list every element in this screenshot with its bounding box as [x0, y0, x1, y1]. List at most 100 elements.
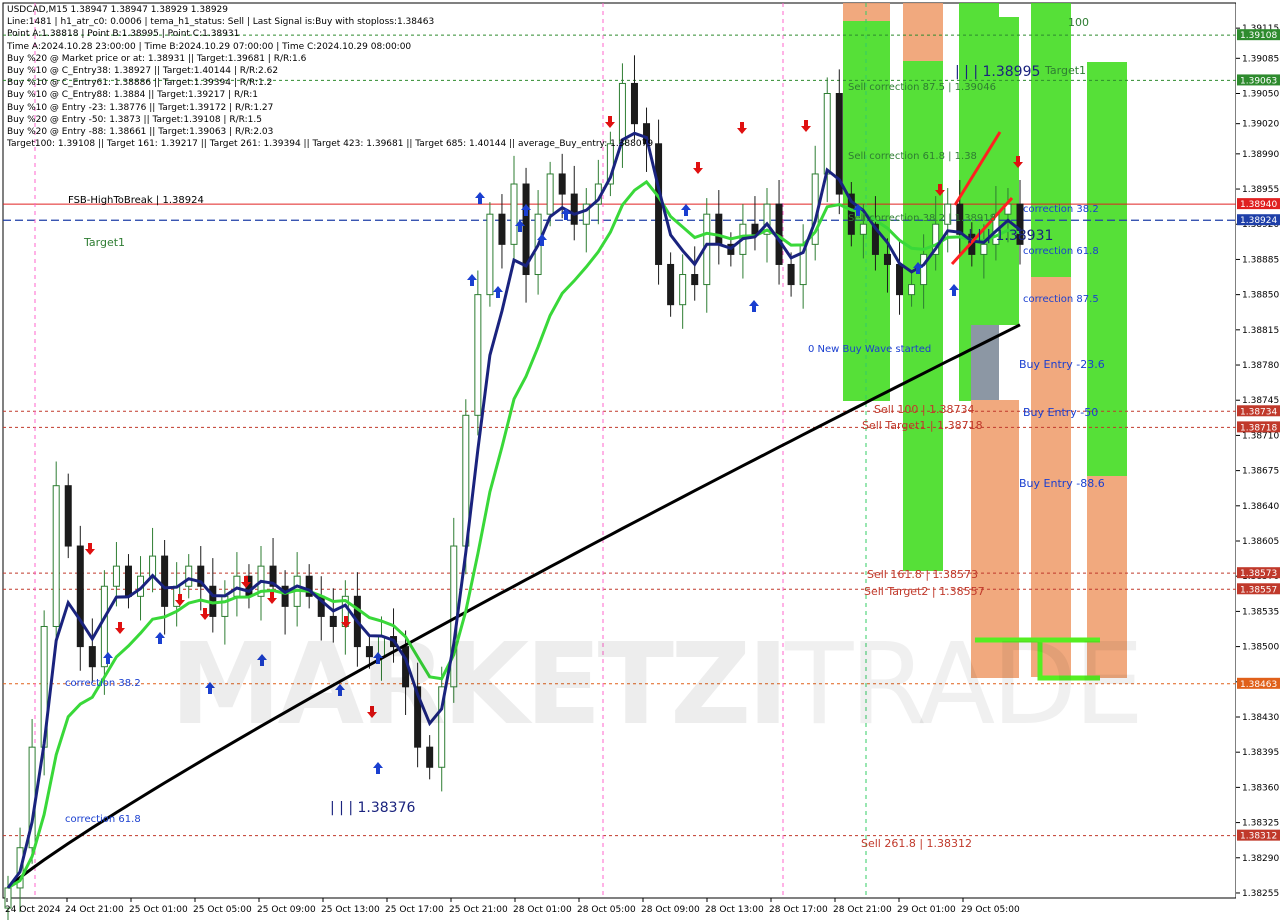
y-tick-label: 1.38255 — [1242, 889, 1279, 899]
candle-body — [365, 646, 373, 658]
y-tick-label: 1.38640 — [1242, 502, 1279, 512]
chart-annotation: correction 38.2 — [1023, 204, 1099, 215]
x-tick-label: 24 Oct 21:00 — [65, 905, 124, 915]
price-axis — [1236, 0, 1280, 920]
candle-body — [896, 263, 904, 296]
info-line: Point A:1.38818 | Point B:1.38995 | Poin… — [7, 29, 240, 40]
price-tag-label: 1.39063 — [1240, 76, 1277, 86]
chart-annotation: Buy Entry -23.6 — [1019, 358, 1105, 371]
info-line: Target100: 1.39108 || Target 161: 1.3921… — [7, 139, 654, 150]
chart-annotation: Buy Entry -88.6 — [1019, 477, 1105, 490]
candle-body — [233, 575, 241, 597]
info-line: Buy %20 @ Entry -88: 1.38661 || Target:1… — [7, 126, 274, 137]
candle-body — [667, 263, 675, 306]
y-tick-label: 1.38885 — [1242, 255, 1279, 265]
candle-body — [52, 485, 60, 627]
candle-body — [377, 636, 385, 658]
y-tick-label: 1.38990 — [1242, 150, 1279, 160]
chart-root: FSB-HighToBreak | 1.38924 Target1 Target1 1… — [0, 0, 1280, 920]
candle-body — [679, 274, 687, 306]
candle-body — [149, 555, 157, 577]
chart-annotation: Sell correction 87.5 | 1.39046 — [848, 82, 996, 93]
candle-body — [474, 294, 482, 416]
zone-box — [903, 61, 943, 571]
x-tick-label: 25 Oct 21:00 — [449, 905, 508, 915]
y-tick-label: 1.39085 — [1242, 54, 1279, 64]
zone-box — [903, 21, 943, 61]
chart-annotation: Sell 161.8 | 1.38573 — [867, 568, 978, 581]
candle-body — [823, 93, 831, 175]
y-tick-label: 1.38815 — [1242, 326, 1279, 336]
x-tick-label: 28 Oct 05:00 — [577, 905, 636, 915]
candle-body — [787, 263, 795, 286]
chart-annotation: Buy Entry -50 — [1023, 406, 1098, 419]
y-tick-label: 1.38500 — [1242, 643, 1279, 653]
chart-annotation: correction 61.8 — [1023, 246, 1099, 257]
price-tag-label: 1.39108 — [1240, 31, 1277, 41]
candle-body — [486, 213, 494, 296]
info-panel: USDCAD,M15 1.38947 1.38947 1.38929 1.389… — [7, 4, 653, 150]
chart-annotation: | | | 1.38376 — [330, 800, 415, 816]
candle-body — [859, 223, 867, 235]
x-tick-label: 24 Oct 2024 — [5, 905, 61, 915]
candle-body — [88, 646, 96, 668]
candle-body — [980, 243, 988, 255]
candle-body — [112, 565, 120, 587]
candle-body — [570, 193, 578, 225]
candle-body — [221, 595, 229, 617]
candle-body — [161, 555, 169, 607]
y-tick-label: 1.38290 — [1242, 854, 1279, 864]
zone-box — [903, 3, 943, 21]
chart-annotation: | | | 1.38931 — [968, 228, 1053, 244]
x-tick-label: 29 Oct 05:00 — [961, 905, 1020, 915]
candle-body — [920, 253, 928, 286]
x-tick-label: 25 Oct 01:00 — [129, 905, 188, 915]
info-line: Buy %20 @ Entry -50: 1.3873 || Target:1.… — [7, 114, 262, 125]
y-tick-label: 1.38850 — [1242, 291, 1279, 301]
candle-body — [546, 173, 554, 215]
x-tick-label: 29 Oct 01:00 — [897, 905, 956, 915]
chart-annotation: Sell 100 | 1.38734 — [874, 403, 975, 416]
candle-body — [76, 545, 84, 648]
y-tick-label: 1.38430 — [1242, 713, 1279, 723]
zone-box — [971, 400, 1019, 678]
info-line: Buy %20 @ Market price or at: 1.38931 ||… — [7, 53, 307, 64]
info-line: Buy %10 @ C_Entry88: 1.3884 || Target:1.… — [7, 90, 259, 101]
candle-body — [908, 284, 916, 296]
y-tick-label: 1.39050 — [1242, 90, 1279, 100]
y-tick-label: 1.38535 — [1242, 607, 1279, 617]
chart-annotation: correction 38.2 — [65, 678, 141, 689]
chart-annotation: Target1 — [1044, 64, 1086, 77]
price-tag-label: 1.38557 — [1240, 585, 1277, 595]
zone-box — [1087, 476, 1127, 678]
price-tag-label: 1.38940 — [1240, 200, 1277, 210]
candle-body — [510, 183, 518, 245]
candle-body — [329, 615, 337, 627]
x-tick-label: 28 Oct 01:00 — [513, 905, 572, 915]
x-tick-label: 28 Oct 21:00 — [833, 905, 892, 915]
price-tag-label: 1.38463 — [1240, 680, 1277, 690]
candle-body — [883, 253, 891, 265]
candle-body — [691, 274, 699, 286]
x-tick-label: 25 Oct 13:00 — [321, 905, 380, 915]
y-tick-label: 1.38395 — [1242, 748, 1279, 758]
candle-body — [185, 565, 193, 587]
y-tick-label: 1.38745 — [1242, 396, 1279, 406]
price-tag-label: 1.38573 — [1240, 569, 1277, 579]
y-tick-label: 1.38605 — [1242, 537, 1279, 547]
info-line: Line:1481 | h1_atr_c0: 0.0006 | tema_h1_… — [7, 17, 435, 28]
price-tag-label: 1.38718 — [1240, 423, 1277, 433]
x-tick-label: 25 Oct 17:00 — [385, 905, 444, 915]
x-tick-label: 25 Oct 05:00 — [193, 905, 252, 915]
chart-annotation: Sell 261.8 | 1.38312 — [861, 837, 972, 850]
y-tick-label: 1.38325 — [1242, 819, 1279, 829]
candle-body — [558, 173, 566, 195]
chart-annotation: Sell Target2 | 1.38557 — [864, 585, 985, 598]
chart-annotation: FSB-HighToBreak | 1.38924 — [68, 195, 204, 206]
x-tick-label: 28 Oct 09:00 — [641, 905, 700, 915]
price-tag-label: 1.38734 — [1240, 407, 1277, 417]
candle-body — [715, 213, 723, 245]
zone-box — [959, 3, 999, 17]
candle-body — [655, 143, 663, 265]
chart-annotation: | | | 1.38995 — [955, 64, 1040, 80]
